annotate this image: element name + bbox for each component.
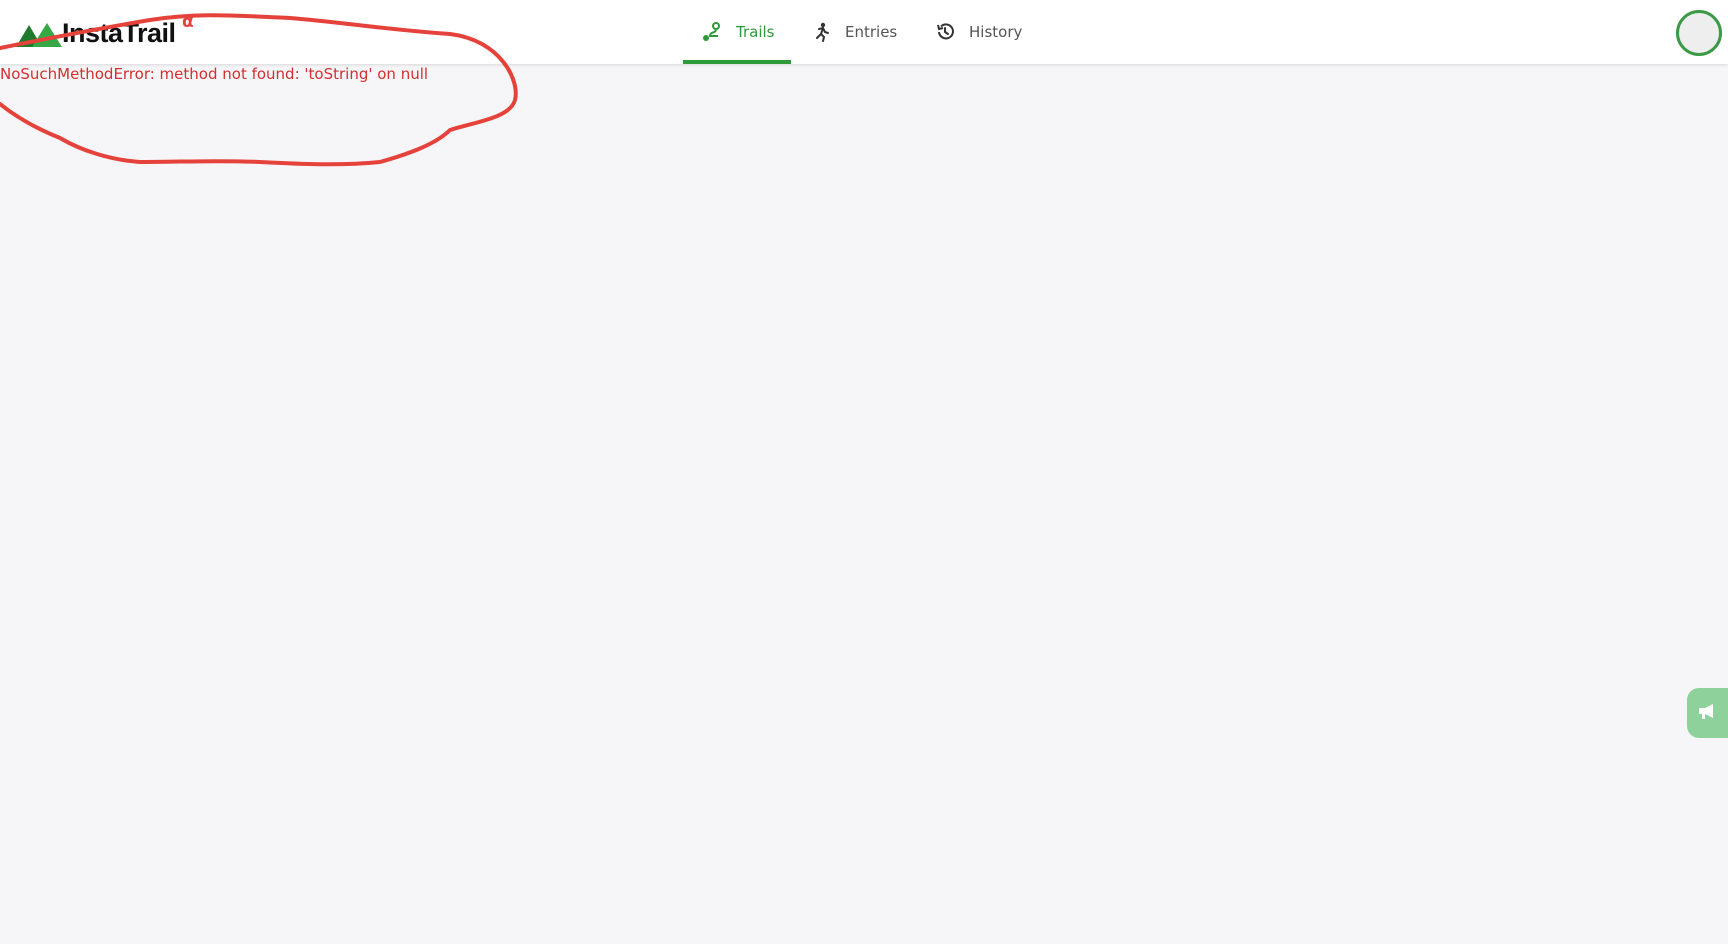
app-logo[interactable]: InstaTrail α bbox=[16, 12, 206, 48]
error-message: NoSuchMethodError: method not found: 'to… bbox=[0, 65, 429, 83]
tab-trails[interactable]: Trails bbox=[683, 0, 791, 64]
active-tab-indicator bbox=[683, 60, 791, 64]
logo-wordmark: InstaTrail bbox=[62, 18, 176, 48]
logo-alpha-badge: α bbox=[182, 12, 194, 32]
tab-entries[interactable]: Entries bbox=[811, 0, 897, 64]
red-freehand-circle-annotation bbox=[0, 13, 518, 167]
tab-history-label: History bbox=[969, 23, 1023, 41]
running-person-icon bbox=[811, 22, 831, 42]
tab-history[interactable]: History bbox=[935, 0, 1022, 64]
tab-trails-label: Trails bbox=[736, 23, 775, 41]
feedback-button[interactable] bbox=[1687, 688, 1728, 738]
route-icon bbox=[702, 22, 722, 42]
top-app-bar: InstaTrail α Trails Entries History bbox=[0, 0, 1728, 64]
mountain-logo-icon bbox=[16, 23, 62, 47]
megaphone-icon bbox=[1697, 702, 1719, 724]
app-page: InstaTrail α Trails Entries History NoSu… bbox=[0, 0, 1728, 944]
history-icon bbox=[935, 22, 955, 42]
tab-entries-label: Entries bbox=[845, 23, 898, 41]
user-avatar[interactable] bbox=[1676, 10, 1722, 56]
